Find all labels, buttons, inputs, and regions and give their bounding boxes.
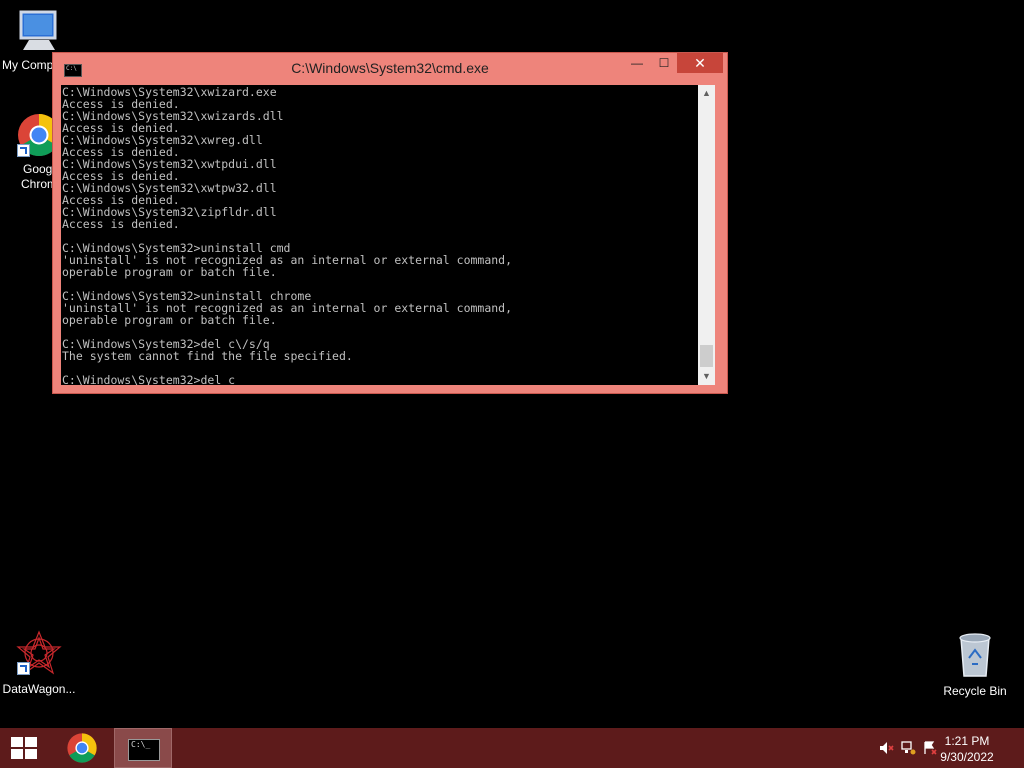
console-line: operable program or batch file. bbox=[62, 265, 277, 279]
console-output: C:\Windows\System32\xwizard.exe Access is… bbox=[62, 86, 512, 385]
recycle-bin-icon bbox=[959, 633, 991, 677]
console-line: operable program or batch file. bbox=[62, 313, 277, 327]
window-titlebar[interactable]: C:\ C:\Windows\System32\cmd.exe — ☐ ✕ bbox=[53, 53, 727, 85]
console-line: C:\Windows\System32>del c bbox=[62, 373, 236, 385]
cmd-window[interactable]: C:\ C:\Windows\System32\cmd.exe — ☐ ✕ C:… bbox=[52, 52, 728, 394]
chrome-icon bbox=[67, 733, 97, 763]
console-line: The system cannot find the file specifie… bbox=[62, 349, 353, 363]
start-button[interactable] bbox=[0, 728, 48, 768]
desktop-icon-datawagon[interactable]: DataWagon... bbox=[0, 630, 78, 697]
shortcut-arrow-icon bbox=[17, 662, 30, 675]
desktop-icon-recycle-bin[interactable]: Recycle Bin bbox=[936, 630, 1014, 699]
scroll-down-arrow-icon[interactable]: ▼ bbox=[698, 368, 715, 385]
network-icon[interactable] bbox=[901, 741, 916, 755]
clock-time: 1:21 PM bbox=[944, 734, 990, 748]
console-line: Access is denied. bbox=[62, 217, 180, 231]
minimize-button[interactable]: — bbox=[624, 53, 650, 73]
desktop-icon-label: DataWagon... bbox=[2, 682, 76, 696]
vertical-scrollbar[interactable]: ▲ ▼ bbox=[698, 85, 715, 385]
cmd-icon: C:\_ bbox=[128, 739, 160, 761]
console-area[interactable]: C:\Windows\System32\xwizard.exe Access is… bbox=[61, 85, 715, 385]
scrollbar-thumb[interactable] bbox=[700, 345, 713, 367]
shortcut-arrow-icon bbox=[17, 144, 30, 157]
volume-muted-icon[interactable] bbox=[879, 741, 894, 755]
desktop-icon-label: Recycle Bin bbox=[943, 684, 1007, 698]
windows-logo-icon bbox=[11, 737, 38, 759]
taskbar: C:\_ 1:21 PM 9/30/2022 bbox=[0, 728, 1024, 768]
clock[interactable]: 1:21 PM 9/30/2022 bbox=[932, 733, 1002, 765]
taskbar-cmd-button[interactable]: C:\_ bbox=[114, 728, 172, 768]
computer-icon bbox=[19, 10, 57, 50]
clock-date: 9/30/2022 bbox=[940, 750, 994, 764]
taskbar-chrome-button[interactable] bbox=[54, 728, 112, 768]
close-button[interactable]: ✕ bbox=[677, 53, 723, 73]
maximize-button[interactable]: ☐ bbox=[651, 53, 677, 73]
scroll-up-arrow-icon[interactable]: ▲ bbox=[698, 85, 715, 102]
